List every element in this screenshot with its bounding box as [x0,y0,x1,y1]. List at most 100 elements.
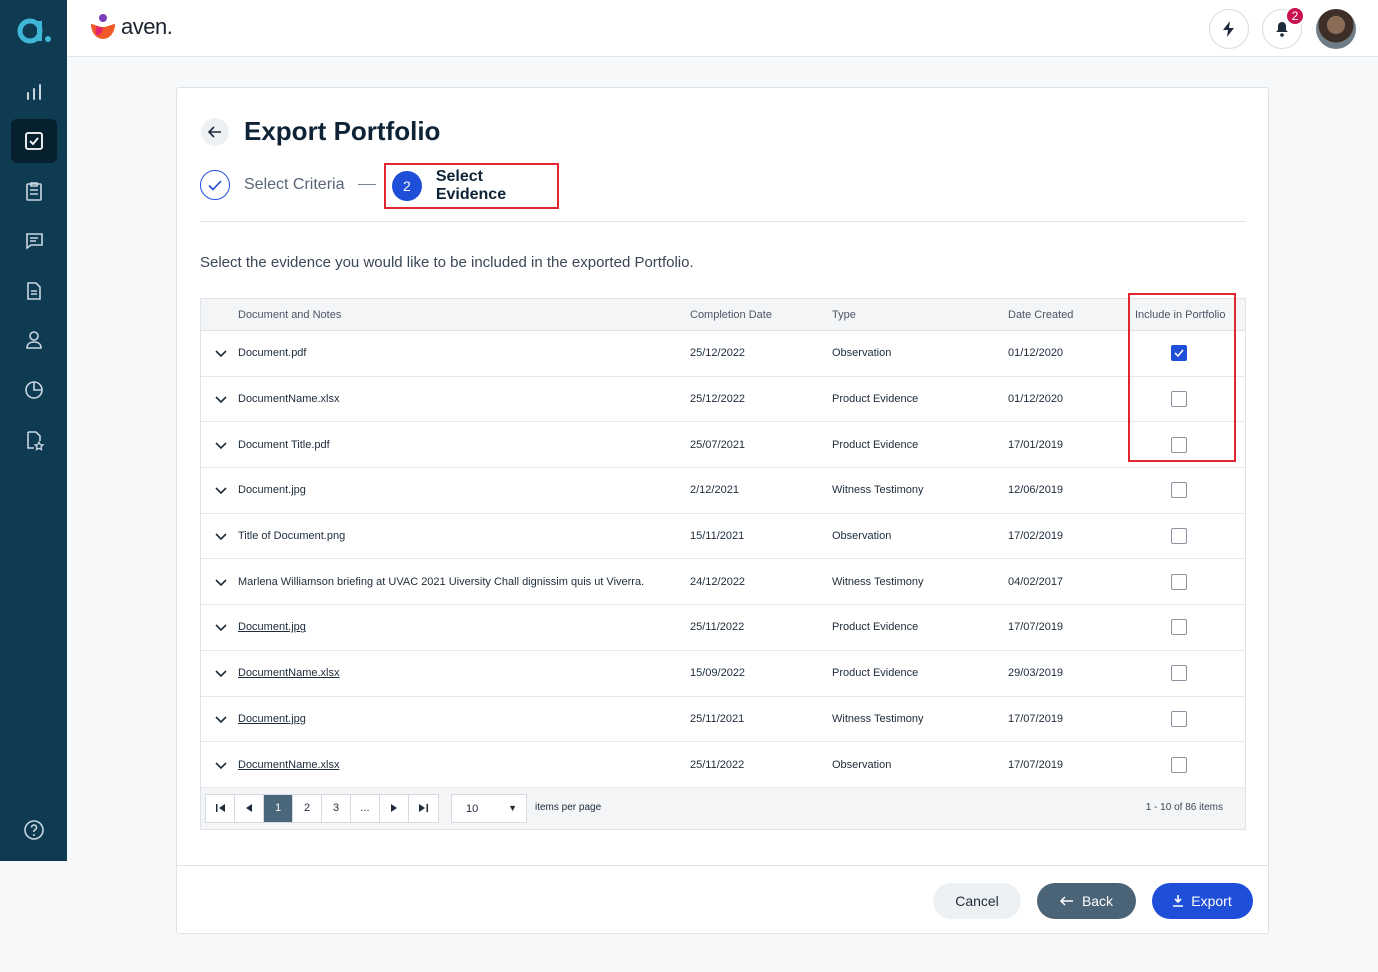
sidebar-item-analytics[interactable] [11,70,57,114]
date-created: 29/03/2019 [1008,667,1064,680]
table-row: DocumentName.xlsx 25/12/2022 Product Evide… [201,377,1245,423]
date-created: 17/07/2019 [1008,621,1064,634]
completion-date: 24/12/2022 [690,575,746,588]
page-size-value: 10 [466,802,479,815]
page-1-button[interactable]: 1 [264,794,293,822]
prev-page-button[interactable] [235,794,264,822]
sidebar-item-reports[interactable] [11,368,57,412]
document-name[interactable]: Marlena Williamson briefing at UVAC 2021… [238,576,644,588]
page-2-button[interactable]: 2 [293,794,322,822]
sidebar-item-tasks[interactable] [11,119,57,163]
table-header: Document and Notes Completion Date Type … [201,299,1245,331]
page-size-select[interactable]: 10 ▼ [451,793,527,823]
notifications-button[interactable]: 2 [1262,6,1305,49]
step-select-criteria[interactable]: Select Criteria [200,170,344,200]
completion-date: 25/11/2021 [690,712,745,725]
user-icon [26,331,42,349]
col-completion-date[interactable]: Completion Date [690,309,772,321]
include-checkbox[interactable] [1171,436,1187,453]
export-button[interactable]: Export [1152,883,1253,919]
date-created: 01/12/2020 [1008,347,1064,360]
step-connector [358,184,376,185]
chevron-down-icon[interactable] [214,529,228,543]
include-checkbox[interactable] [1171,710,1187,727]
col-document[interactable]: Document and Notes [238,309,341,321]
checkbox-icon [25,132,43,150]
include-checkbox[interactable] [1171,482,1187,499]
chevron-down-icon[interactable] [214,712,228,726]
bar-chart-icon [27,84,41,100]
chevron-down-icon[interactable] [214,758,228,772]
app-logo-icon[interactable] [14,14,54,48]
chevron-down-icon[interactable] [214,620,228,634]
arrow-left-icon [1059,896,1073,906]
include-checkbox[interactable] [1171,756,1187,773]
first-page-icon [215,804,225,813]
clipboard-icon [26,182,42,201]
document-name[interactable]: Document.pdf [238,347,306,359]
document-name[interactable]: Document.jpg [238,621,306,633]
export-label: Export [1191,893,1232,909]
step-select-evidence[interactable]: 2 Select Evidence [384,163,559,209]
document-name[interactable]: DocumentName.xlsx [238,759,339,771]
divider [200,221,1246,222]
date-created: 01/12/2020 [1008,393,1064,406]
table-row: Marlena Williamson briefing at UVAC 2021… [201,559,1245,606]
include-checkbox[interactable] [1171,665,1187,682]
table-row: DocumentName.xlsx 25/11/2022 Observation 17… [201,742,1245,788]
sidebar-item-help[interactable] [11,808,57,852]
table-row: Title of Document.png 15/11/2021 Observati… [201,514,1245,560]
table-body: Document.pdf 25/12/2022 Observation 01/12/2… [201,331,1245,788]
help-icon [24,820,44,840]
sidebar-item-portfolio[interactable] [11,418,57,462]
include-checkbox[interactable] [1171,345,1187,362]
next-page-icon [391,804,397,813]
completion-date: 2/12/2021 [690,484,739,497]
next-page-button[interactable] [380,794,409,822]
sidebar-item-documents[interactable] [11,269,57,313]
brand-logo[interactable]: aven. [89,13,173,41]
evidence-type: Observation [832,347,892,360]
page-buttons: 1 2 3 ... [205,793,439,823]
avatar[interactable] [1316,9,1356,49]
date-created: 17/07/2019 [1008,712,1064,725]
intro-text: Select the evidence you would like to be… [200,254,694,271]
chevron-down-icon[interactable] [214,346,228,360]
col-date-created[interactable]: Date Created [1008,309,1073,321]
document-name[interactable]: DocumentName.xlsx [238,667,339,679]
sidebar-item-users[interactable] [11,318,57,362]
table-row: Document Title.pdf 25/07/2021 Product Evid… [201,422,1245,469]
back-arrow-button[interactable] [201,118,229,146]
completion-date: 15/11/2021 [690,530,745,543]
last-page-button[interactable] [409,795,438,822]
chevron-down-icon[interactable] [214,392,228,406]
first-page-button[interactable] [206,794,235,822]
chevron-down-icon[interactable] [214,483,228,497]
document-name[interactable]: Document.jpg [238,713,306,725]
chevron-down-icon[interactable] [214,666,228,680]
include-checkbox[interactable] [1171,391,1187,408]
chevron-down-icon[interactable] [214,438,228,452]
document-name[interactable]: Document.jpg [238,484,306,496]
step-number: 2 [392,171,422,201]
include-checkbox[interactable] [1171,619,1187,636]
sidebar-item-clipboard[interactable] [11,169,57,213]
completion-date: 15/09/2022 [690,667,746,680]
col-type[interactable]: Type [832,309,856,321]
col-include[interactable]: Include in Portfolio [1135,309,1226,321]
page-3-button[interactable]: 3 [322,794,351,822]
document-name[interactable]: Document Title.pdf [238,439,330,451]
pagination-info: 1 - 10 of 86 items [1145,801,1223,813]
chevron-down-icon[interactable] [214,575,228,589]
sidebar-item-messages[interactable] [11,219,57,263]
back-button[interactable]: Back [1037,883,1136,919]
document-name[interactable]: Title of Document.png [238,530,345,542]
quick-actions-button[interactable] [1209,9,1249,49]
more-pages-button[interactable]: ... [351,794,380,822]
document-name[interactable]: DocumentName.xlsx [238,393,339,405]
include-checkbox[interactable] [1171,528,1187,545]
evidence-type: Product Evidence [832,621,919,634]
cancel-button[interactable]: Cancel [933,883,1021,919]
items-per-page-label: items per page [535,801,602,813]
include-checkbox[interactable] [1171,573,1187,590]
